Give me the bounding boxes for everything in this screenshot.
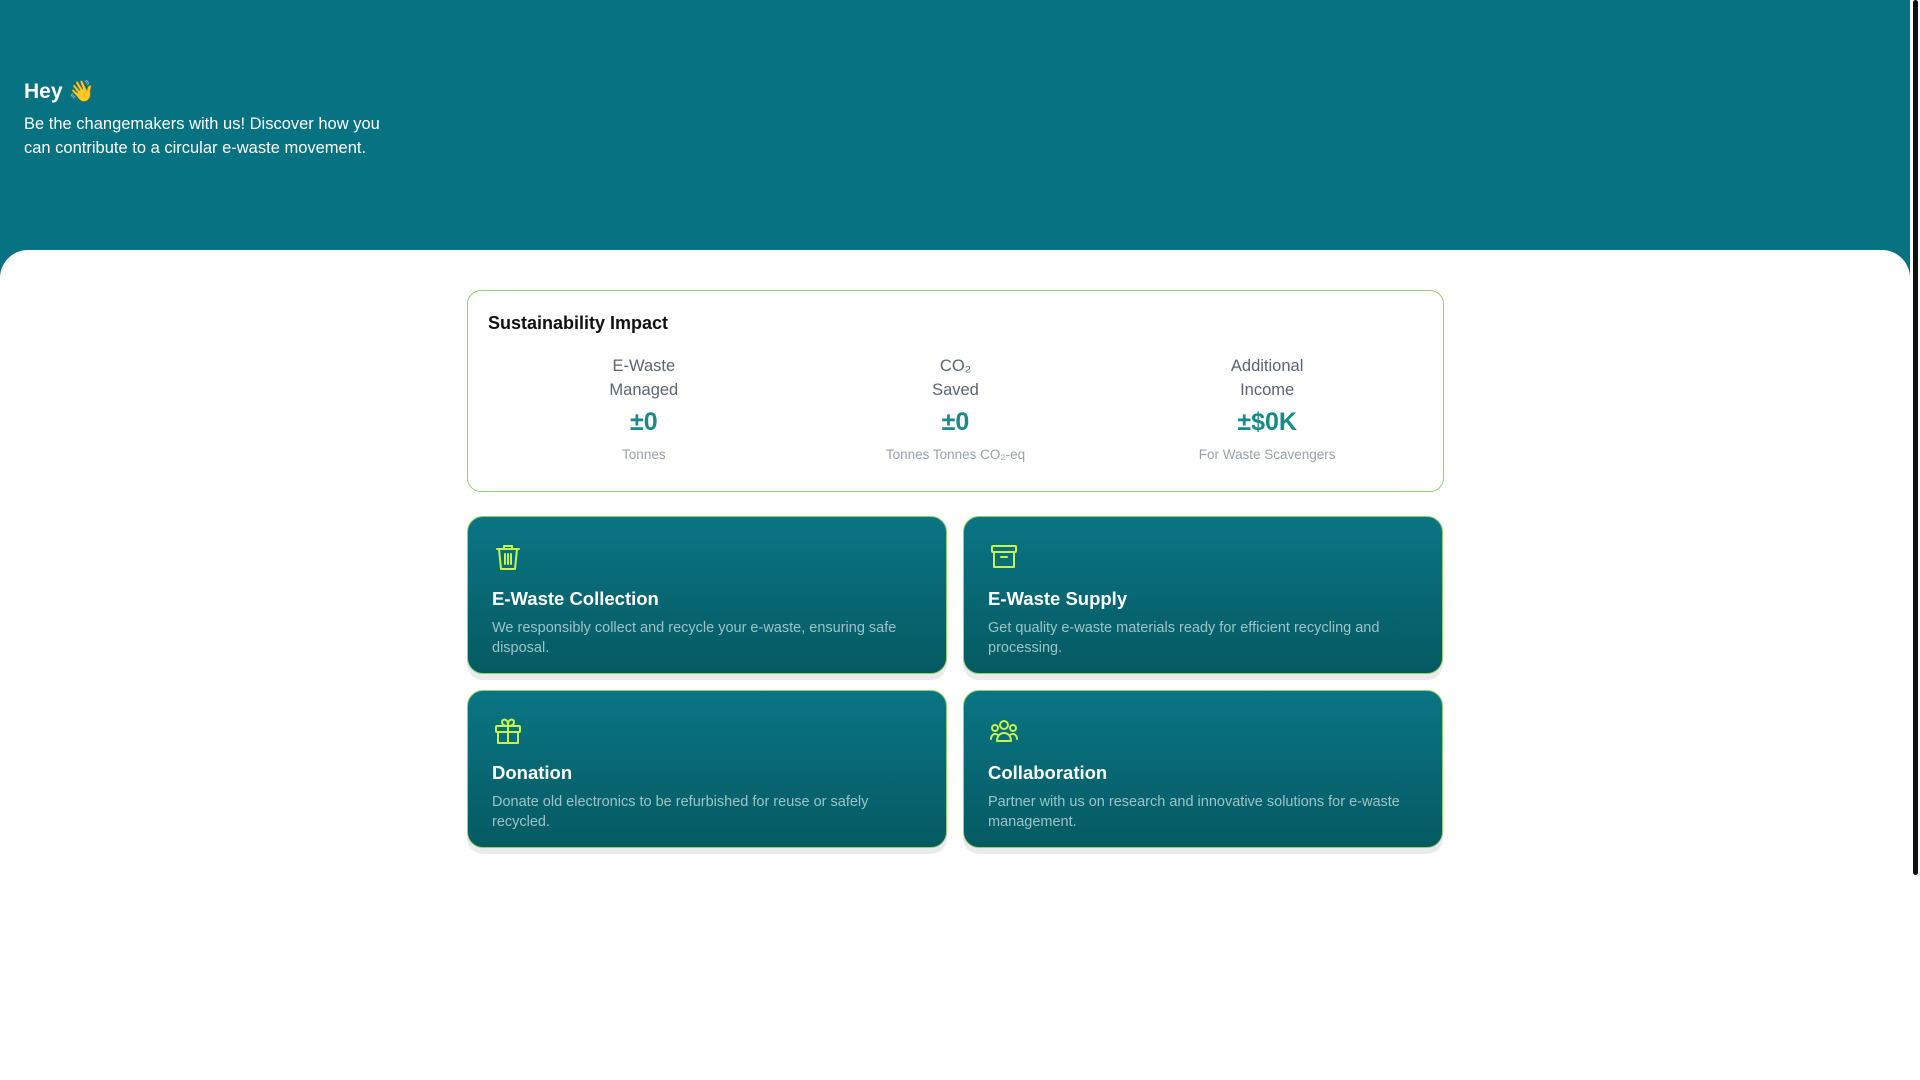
greeting: Hey 👋 <box>24 80 404 104</box>
card-collaboration[interactable]: Collaboration Partner with us on researc… <box>963 690 1443 848</box>
stat-label: E-Waste Managed <box>589 354 699 402</box>
scrollbar[interactable] <box>1910 0 1920 1080</box>
sustainability-impact-card: Sustainability Impact E-Waste Managed ±0… <box>467 290 1444 492</box>
stat-unit: For Waste Scavengers <box>1198 447 1336 462</box>
scrollbar-thumb[interactable] <box>1913 0 1918 875</box>
card-title: Collaboration <box>988 762 1108 783</box>
stat-value: ±0 <box>941 408 970 436</box>
page: Hey 👋 Be the changemakers with us! Disco… <box>0 0 1920 1080</box>
stat-label-line: Saved <box>932 381 979 399</box>
card-description: We responsibly collect and recycle your … <box>492 620 897 656</box>
trash-icon <box>496 545 520 570</box>
card-title: E-Waste Supply <box>988 588 1128 609</box>
stat-unit: Tonnes Tonnes CO₂-eq <box>885 447 1026 462</box>
impact-title: Sustainability Impact <box>488 313 669 333</box>
card-title: E-Waste Collection <box>492 588 659 609</box>
card-description: Partner with us on research and innovati… <box>988 794 1400 830</box>
stat-co2-saved: CO₂ Saved ±0 Tonnes Tonnes CO₂-eq <box>805 354 1105 462</box>
archive-box-icon <box>991 545 1017 568</box>
impact-stats: E-Waste Managed ±0 Tonnes CO₂ Saved ±0 T… <box>488 354 1423 462</box>
card-title: Donation <box>492 762 573 783</box>
greeting-text: Hey <box>24 80 63 103</box>
stat-value: ±$0K <box>1237 408 1297 436</box>
stat-label-line: CO₂ <box>939 357 972 375</box>
stat-label: CO₂ Saved <box>900 354 1010 402</box>
stat-additional-income: Additional Income ±$0K For Waste Scaveng… <box>1117 354 1417 462</box>
card-description: Donate old electronics to be refurbished… <box>492 794 869 830</box>
stat-ewaste-managed: E-Waste Managed ±0 Tonnes <box>494 354 794 462</box>
stat-label-line: Income <box>1240 381 1295 399</box>
waving-hand-icon: 👋 <box>68 80 95 103</box>
stat-value: ±0 <box>630 408 658 436</box>
stat-label-line: Managed <box>609 381 679 399</box>
stat-unit: Tonnes <box>622 447 666 462</box>
card-ewaste-collection[interactable]: E-Waste Collection We responsibly collec… <box>467 516 947 674</box>
intro-text: Be the changemakers with us! Discover ho… <box>24 115 380 157</box>
card-ewaste-supply[interactable]: E-Waste Supply Get quality e-waste mater… <box>963 516 1443 674</box>
users-icon <box>990 720 1018 742</box>
hero-text: Hey 👋 Be the changemakers with us! Disco… <box>24 80 404 160</box>
card-description: Get quality e-waste materials ready for … <box>988 620 1380 656</box>
card-donation[interactable]: Donation Donate old electronics to be re… <box>467 690 947 848</box>
stat-label: Additional Income <box>1212 354 1322 402</box>
stat-label-line: E-Waste <box>612 357 676 375</box>
stat-label-line: Additional <box>1230 357 1304 375</box>
hero-banner: Hey 👋 Be the changemakers with us! Disco… <box>0 0 1910 290</box>
gift-icon <box>495 718 521 744</box>
